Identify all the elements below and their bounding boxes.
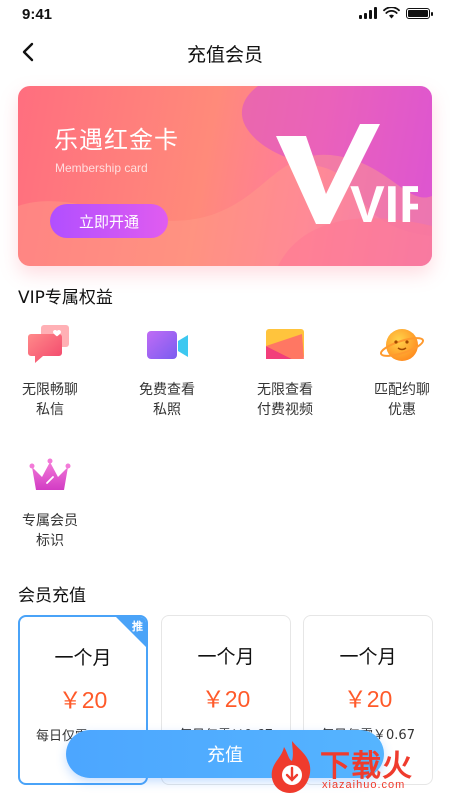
chat-heart-icon [28, 325, 69, 363]
status-time: 9:41 [22, 6, 53, 23]
plan-price: ￥20 [201, 686, 251, 712]
benefit-match-chat-discount[interactable]: 匹配约聊 优惠 [352, 322, 450, 420]
plan-price: ￥20 [58, 687, 108, 713]
status-bar: 9:41 [0, 0, 450, 30]
benefit-free-photos[interactable]: 免费查看 私照 [117, 322, 217, 420]
photo-video-icon [266, 329, 304, 359]
watermark: 下载火 xiazaihuo.com [262, 735, 450, 800]
planet-icon [379, 329, 425, 361]
benefit-paid-videos[interactable]: 无限查看 付费视频 [235, 322, 335, 420]
recharge-title: 会员充值 [18, 586, 86, 606]
battery-level-fill [408, 9, 428, 17]
battery-icon [406, 7, 433, 19]
plan-duration: 一个月 [54, 647, 112, 669]
plan-price: ￥20 [343, 686, 393, 712]
benefit-member-badge[interactable]: 专属会员 标识 [0, 453, 100, 551]
wifi-icon [383, 7, 400, 19]
recommend-badge-text: 推 [132, 620, 143, 633]
card-title: 乐遇红金卡 [54, 126, 179, 154]
vip-logo-text: VIP [350, 176, 418, 234]
activate-now-button[interactable]: 立即开通 [50, 204, 168, 238]
benefit-label: 专属会员 标识 [22, 513, 78, 549]
flame-logo-icon [271, 741, 311, 793]
plan-duration: 一个月 [339, 646, 397, 668]
benefits-title: VIP专属权益 [18, 288, 113, 308]
video-camera-icon [147, 331, 188, 359]
benefit-label: 无限畅聊 私信 [22, 382, 78, 418]
page-title: 充值会员 [186, 44, 263, 66]
nav-bar: 充值会员 [0, 30, 450, 74]
cellular-signal-icon [359, 7, 377, 19]
watermark-subtext: xiazaihuo.com [322, 779, 406, 791]
card-subtitle: Membership card [55, 161, 148, 175]
plan-duration: 一个月 [197, 646, 255, 668]
benefit-unlimited-chat[interactable]: 无限畅聊 私信 [0, 322, 100, 420]
benefit-label: 无限查看 付费视频 [257, 382, 313, 418]
benefit-label: 免费查看 私照 [139, 382, 195, 418]
membership-card: 乐遇红金卡 Membership card 立即开通 VIP [18, 86, 432, 266]
vip-logo-icon: VIP [276, 124, 418, 234]
benefit-label: 匹配约聊 优惠 [374, 382, 430, 418]
status-icons [359, 7, 433, 19]
crown-icon [29, 458, 71, 490]
